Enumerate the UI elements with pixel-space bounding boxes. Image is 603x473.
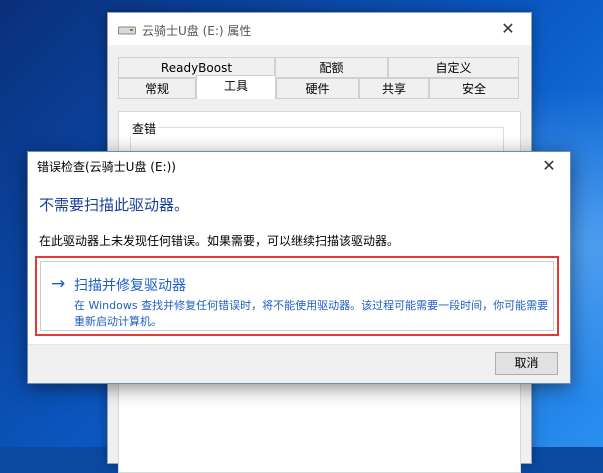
command-link-description: 在 Windows 查找并修复任何错误时，将不能使用驱动器。该过程可能需要一段时…: [74, 299, 549, 328]
dialog-message: 在此驱动器上未发现任何错误。如果需要，可以继续扫描该驱动器。: [39, 234, 400, 248]
tab-security[interactable]: 安全: [429, 78, 519, 99]
arrow-right-icon: →: [51, 274, 66, 294]
tab-sharing[interactable]: 共享: [359, 78, 429, 99]
tab-general[interactable]: 常规: [118, 78, 196, 99]
properties-title: 云骑士U盘 (E:) 属性: [142, 24, 252, 38]
command-link-title: 扫描并修复驱动器: [74, 278, 186, 294]
tab-quota[interactable]: 配额: [275, 57, 388, 78]
dialog-footer: 取消: [28, 344, 570, 383]
tab-tools[interactable]: 工具: [196, 75, 276, 99]
cancel-button[interactable]: 取消: [495, 352, 558, 375]
command-link-frame: → 扫描并修复驱动器 在 Windows 查找并修复任何错误时，将不能使用驱动器…: [40, 261, 554, 331]
dialog-title: 错误检查(云骑士U盘 (E:)): [37, 160, 176, 174]
tab-hardware[interactable]: 硬件: [276, 78, 359, 99]
dialog-close-button[interactable]: ✕: [534, 152, 564, 180]
properties-close-button[interactable]: ✕: [485, 13, 531, 45]
error-check-dialog: 错误检查(云骑士U盘 (E:)) ✕ 不需要扫描此驱动器。 在此驱动器上未发现任…: [27, 151, 571, 384]
usb-drive-icon: [118, 26, 136, 35]
scan-and-repair-command-link[interactable]: → 扫描并修复驱动器 在 Windows 查找并修复任何错误时，将不能使用驱动器…: [35, 256, 559, 336]
properties-titlebar: 云骑士U盘 (E:) 属性 ✕: [108, 13, 531, 45]
dialog-heading: 不需要扫描此驱动器。: [39, 196, 190, 214]
tab-customize[interactable]: 自定义: [388, 57, 519, 78]
error-check-group-label: 查错: [130, 120, 159, 137]
